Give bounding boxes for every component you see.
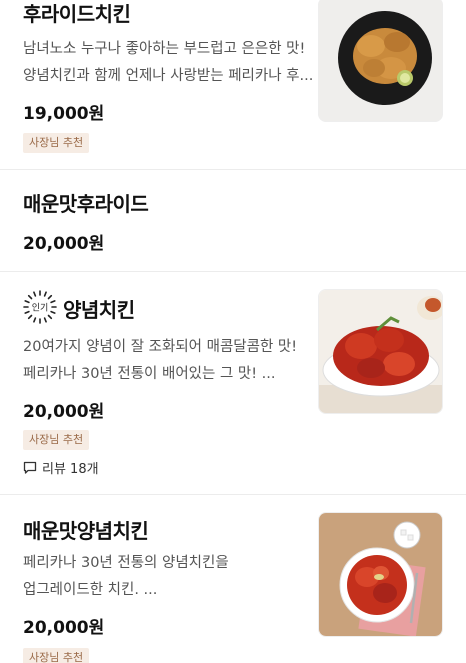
description-line-1: 20여가지 양념이 잘 조화되어 매콤달콤한 맛! — [23, 339, 298, 355]
description-line-2: 페리카나 30년 전통이 배어있는 그 맛! ... — [23, 366, 276, 382]
description-line-2: 양념치킨과 함께 언제나 사랑받는 페리카나 후... — [23, 68, 313, 84]
menu-item-spicy-fried[interactable]: 매운맛후라이드 20,000원 — [0, 170, 466, 272]
menu-item-price: 20,000원 — [23, 234, 105, 254]
menu-item-description: 20여가지 양념이 잘 조화되어 매콤달콤한 맛! 페리카나 30년 전통이 배… — [23, 334, 313, 388]
popular-badge-icon: 인기 — [23, 290, 57, 324]
menu-item-price: 20,000원 — [23, 402, 105, 422]
menu-item-price: 19,000원 — [23, 104, 105, 124]
owner-recommend-badge: 사장님 추천 — [23, 430, 90, 450]
menu-item-image — [318, 512, 443, 637]
owner-recommend-badge: 사장님 추천 — [23, 648, 90, 663]
description-line-1: 페리카나 30년 전통의 양념치킨을 — [23, 555, 229, 571]
menu-item-description: 남녀노소 누구나 좋아하는 부드럽고 은은한 맛! 양념치킨과 함께 언제나 사… — [23, 36, 313, 90]
spicy-seasoned-chicken-photo — [319, 513, 442, 636]
menu-item-spicy-seasoned[interactable]: 매운맛양념치킨 페리카나 30년 전통의 양념치킨을 업그레이드한 치킨. ..… — [0, 495, 466, 663]
menu-item-image — [318, 289, 443, 414]
fried-chicken-photo — [319, 0, 442, 121]
comment-icon — [23, 461, 37, 474]
menu-item-description: 페리카나 30년 전통의 양념치킨을 업그레이드한 치킨. ... — [23, 550, 313, 604]
seasoned-chicken-photo — [319, 290, 442, 413]
popular-label: 인기 — [32, 303, 49, 314]
owner-recommend-badge: 사장님 추천 — [23, 133, 90, 153]
description-line-2: 업그레이드한 치킨. ... — [23, 582, 158, 598]
menu-item-fried-chicken[interactable]: 후라이드치킨 남녀노소 누구나 좋아하는 부드럽고 은은한 맛! 양념치킨과 함… — [0, 0, 466, 170]
menu-item-image — [318, 0, 443, 122]
menu-item-name: 후라이드치킨 — [23, 2, 131, 26]
review-count-label: 리뷰 18개 — [42, 462, 99, 477]
menu-item-name: 양념치킨 — [63, 298, 135, 322]
menu-item-name: 매운맛양념치킨 — [23, 519, 149, 543]
review-count[interactable]: 리뷰 18개 — [23, 458, 99, 477]
menu-item-seasoned-chicken[interactable]: 인기 양념치킨 20여가지 양념이 잘 조화되어 매콤달콤한 맛! 페리카나 3… — [0, 272, 466, 495]
menu-item-name: 매운맛후라이드 — [23, 192, 149, 216]
description-line-1: 남녀노소 누구나 좋아하는 부드럽고 은은한 맛! — [23, 41, 306, 57]
menu-item-price: 20,000원 — [23, 618, 105, 638]
